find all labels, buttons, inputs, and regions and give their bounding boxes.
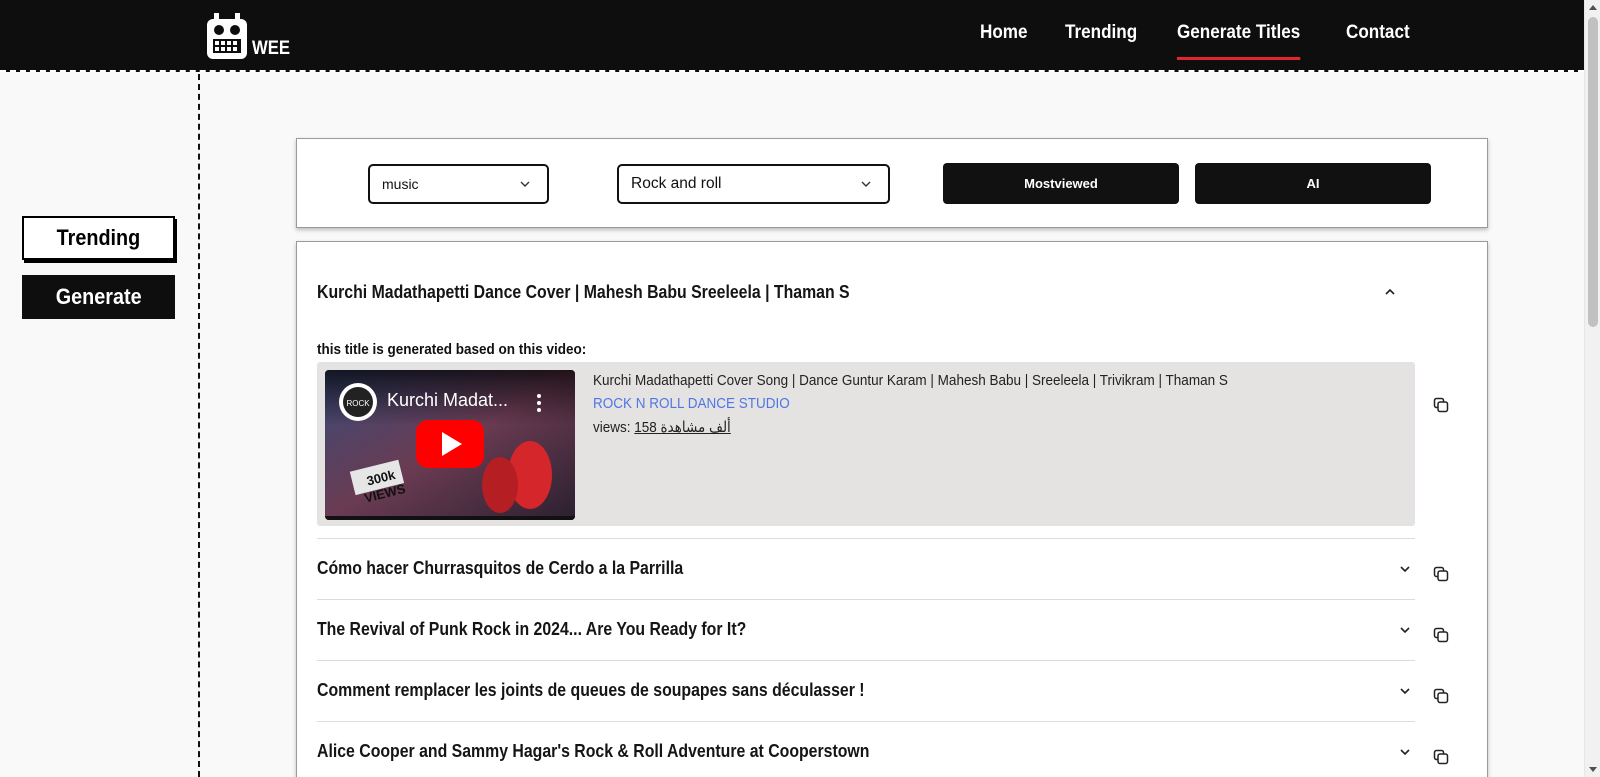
copy-icon[interactable] <box>1433 397 1449 413</box>
sidebar-divider <box>198 74 200 777</box>
nav-home[interactable]: Home <box>980 22 1028 52</box>
video-channel-link[interactable]: ROCK N ROLL DANCE STUDIO <box>593 395 1228 412</box>
scroll-thumb[interactable] <box>1588 17 1598 327</box>
based-on-label: this title is generated based on this vi… <box>317 341 587 358</box>
title-row[interactable]: The Revival of Punk Rock in 2024... Are … <box>317 599 1415 660</box>
ai-button[interactable]: AI <box>1195 163 1431 204</box>
title-row[interactable]: Comment remplacer les joints de queues d… <box>317 660 1415 721</box>
category-select[interactable]: music <box>368 164 549 204</box>
copy-icon[interactable] <box>1433 566 1449 582</box>
title-text: Alice Cooper and Sammy Hagar's Rock & Ro… <box>317 741 870 761</box>
chevron-down-icon[interactable] <box>1399 685 1411 697</box>
chevron-down-icon <box>520 181 530 187</box>
video-info: Kurchi Madathapetti Cover Song | Dance G… <box>593 372 1298 436</box>
chevron-down-icon[interactable] <box>1399 624 1411 636</box>
video-title: Kurchi Madathapetti Cover Song | Dance G… <box>593 372 1228 389</box>
chevron-down-icon[interactable] <box>1399 563 1411 575</box>
source-video-card: ROCK Kurchi Madat... 300k VIEWS Kurchi M… <box>317 362 1415 526</box>
copy-icon[interactable] <box>1433 688 1449 704</box>
svg-text:ROCK: ROCK <box>346 399 370 408</box>
sidebar-generate-button[interactable]: Generate <box>22 275 175 319</box>
title-row[interactable]: Cómo hacer Churrasquitos de Cerdo a la P… <box>317 538 1415 599</box>
views-label: views: <box>593 419 631 436</box>
title-row[interactable]: Alice Cooper and Sammy Hagar's Rock & Ro… <box>317 721 1415 777</box>
genre-select-value: Rock and roll <box>631 175 722 192</box>
views-value: 158 ألف مشاهدة <box>634 419 731 436</box>
mostviewed-button[interactable]: Mostviewed <box>943 163 1179 204</box>
titles-list: Kurchi Madathapetti Dance Cover | Mahesh… <box>296 241 1488 777</box>
title-text: The Revival of Punk Rock in 2024... Are … <box>317 619 747 639</box>
copy-icon[interactable] <box>1433 627 1449 643</box>
category-select-value: music <box>382 176 419 192</box>
scroll-down-arrow-icon[interactable] <box>1589 767 1597 772</box>
chevron-down-icon <box>861 181 871 187</box>
expanded-title: Kurchi Madathapetti Dance Cover | Mahesh… <box>317 282 850 302</box>
main-nav: Home Trending Generate Titles Contact <box>980 22 1449 60</box>
sidebar-trending-label: Trending <box>56 225 141 250</box>
video-embed-title: Kurchi Madat... <box>387 390 509 410</box>
top-navbar: WEE Home Trending Generate Titles Contac… <box>0 0 1584 72</box>
sidebar-generate-label: Generate <box>55 284 142 309</box>
page-scrollbar[interactable] <box>1584 0 1600 777</box>
brand-logo[interactable]: WEE <box>206 12 295 60</box>
sidebar-trending-button[interactable]: Trending <box>22 216 175 260</box>
nav-trending[interactable]: Trending <box>1065 22 1137 52</box>
filter-card: music Rock and roll Mostviewed AI <box>296 138 1488 228</box>
genre-select[interactable]: Rock and roll <box>617 164 890 204</box>
chevron-down-icon[interactable] <box>1399 746 1411 758</box>
nav-generate-titles[interactable]: Generate Titles <box>1177 22 1300 60</box>
brand-name: WEE <box>252 38 291 59</box>
copy-icon[interactable] <box>1433 749 1449 765</box>
title-text: Comment remplacer les joints de queues d… <box>317 680 865 700</box>
nav-contact[interactable]: Contact <box>1346 22 1410 52</box>
chevron-up-icon[interactable] <box>1384 286 1396 298</box>
video-views: views: 158 ألف مشاهدة <box>593 418 1228 436</box>
robot-icon <box>207 13 247 59</box>
scroll-up-arrow-icon[interactable] <box>1589 5 1597 10</box>
video-embed[interactable]: ROCK Kurchi Madat... 300k VIEWS <box>325 370 575 520</box>
title-text: Cómo hacer Churrasquitos de Cerdo a la P… <box>317 558 684 578</box>
